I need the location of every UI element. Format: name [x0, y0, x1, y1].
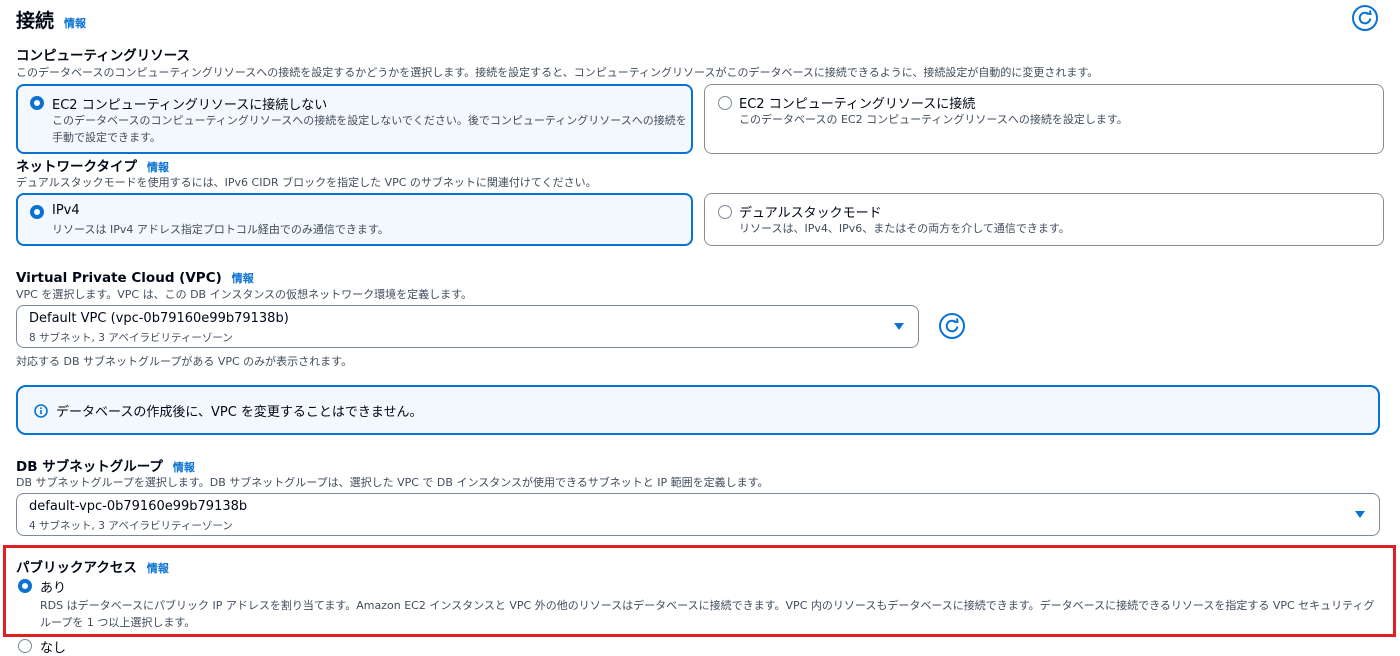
option-description: このデータベースのコンピューティングリソースへの接続を設定しないでください。後で… — [52, 114, 687, 144]
subnet-sub: 4 サブネット, 3 アベイラビリティーゾーン — [29, 520, 233, 532]
option-no-connect[interactable]: EC2 コンピューティングリソースに接続しない このデータベースのコンピューティ… — [16, 84, 693, 154]
option-title: デュアルスタックモード — [739, 206, 882, 221]
caret-down-icon — [894, 323, 904, 330]
vpc-sub: 8 サブネット, 3 アベイラビリティーゾーン — [29, 332, 233, 344]
radio-public-yes[interactable] — [18, 579, 32, 593]
info-icon — [34, 404, 48, 418]
vpc-refresh-button[interactable] — [939, 313, 965, 339]
radio-public-no[interactable] — [18, 639, 32, 653]
vpc-header: Virtual Private Cloud (VPC) 情報 — [16, 267, 254, 286]
option-description: リソースは、IPv4、IPv6、またはその両方を介して通信できます。 — [739, 222, 1070, 235]
network-description: デュアルスタックモードを使用するには、IPv6 CIDR ブロックを指定した V… — [16, 176, 597, 189]
info-link[interactable]: 情報 — [147, 161, 169, 174]
public-yes-description: RDS はデータベースにパブリック IP アドレスを割り当てます。Amazon … — [40, 599, 1375, 629]
vpc-label: Virtual Private Cloud (VPC) — [16, 270, 222, 286]
radio-dual-stack[interactable] — [718, 205, 732, 219]
option-dual-stack[interactable]: デュアルスタックモード リソースは、IPv4、IPv6、またはその両方を介して通… — [704, 193, 1384, 246]
info-link[interactable]: 情報 — [64, 17, 86, 30]
option-title: EC2 コンピューティングリソースに接続しない — [52, 98, 328, 113]
option-connect-ec2[interactable]: EC2 コンピューティングリソースに接続 このデータベースの EC2 コンピュー… — [704, 84, 1384, 154]
subnet-description: DB サブネットグループを選択します。DB サブネットグループは、選択した VP… — [16, 476, 769, 489]
network-header: ネットワークタイプ 情報 — [16, 155, 169, 175]
section-title: 接続 — [16, 10, 55, 32]
public-access-header: パブリックアクセス 情報 — [16, 556, 169, 576]
vpc-description: VPC を選択します。VPC は、この DB インスタンスの仮想ネットワーク環境… — [16, 288, 473, 301]
option-title: IPv4 — [52, 203, 80, 218]
public-access-label: パブリックアクセス — [16, 560, 137, 576]
radio-connect-ec2[interactable] — [718, 96, 732, 110]
section-header: 接続 情報 — [16, 6, 86, 33]
refresh-icon — [1358, 10, 1372, 25]
alert-text: データベースの作成後に、VPC を変更することはできません。 — [56, 405, 423, 420]
option-title: EC2 コンピューティングリソースに接続 — [739, 97, 976, 112]
radio-ipv4[interactable] — [30, 205, 44, 219]
compute-description: このデータベースのコンピューティングリソースへの接続を設定するかどうかを選択しま… — [16, 66, 1099, 79]
subnet-label: DB サブネットグループ — [16, 459, 163, 475]
subnet-header: DB サブネットグループ 情報 — [16, 455, 195, 475]
caret-down-icon — [1355, 511, 1365, 518]
option-description: リソースは IPv4 アドレス指定プロトコル経由でのみ通信できます。 — [52, 223, 389, 236]
refresh-button[interactable] — [1352, 5, 1378, 31]
vpc-selected: Default VPC (vpc-0b79160e99b79138b) — [29, 311, 289, 326]
subnet-select[interactable]: default-vpc-0b79160e99b79138b 4 サブネット, 3… — [16, 493, 1380, 536]
info-link[interactable]: 情報 — [173, 461, 195, 474]
info-link[interactable]: 情報 — [232, 272, 254, 285]
public-no-title: なし — [40, 641, 67, 656]
public-yes-title: あり — [40, 581, 67, 596]
subnet-selected: default-vpc-0b79160e99b79138b — [29, 499, 248, 514]
refresh-icon — [945, 318, 959, 333]
network-label: ネットワークタイプ — [16, 159, 137, 175]
vpc-alert: データベースの作成後に、VPC を変更することはできません。 — [16, 385, 1380, 435]
radio-no-connect[interactable] — [30, 96, 44, 110]
vpc-hint: 対応する DB サブネットグループがある VPC のみが表示されます。 — [16, 355, 353, 368]
option-description: このデータベースの EC2 コンピューティングリソースへの接続を設定します。 — [739, 113, 1128, 126]
option-ipv4[interactable]: IPv4 リソースは IPv4 アドレス指定プロトコル経由でのみ通信できます。 — [16, 193, 693, 246]
info-link[interactable]: 情報 — [147, 562, 169, 575]
compute-label: コンピューティングリソース — [16, 48, 191, 64]
vpc-select[interactable]: Default VPC (vpc-0b79160e99b79138b) 8 サブ… — [16, 305, 919, 348]
